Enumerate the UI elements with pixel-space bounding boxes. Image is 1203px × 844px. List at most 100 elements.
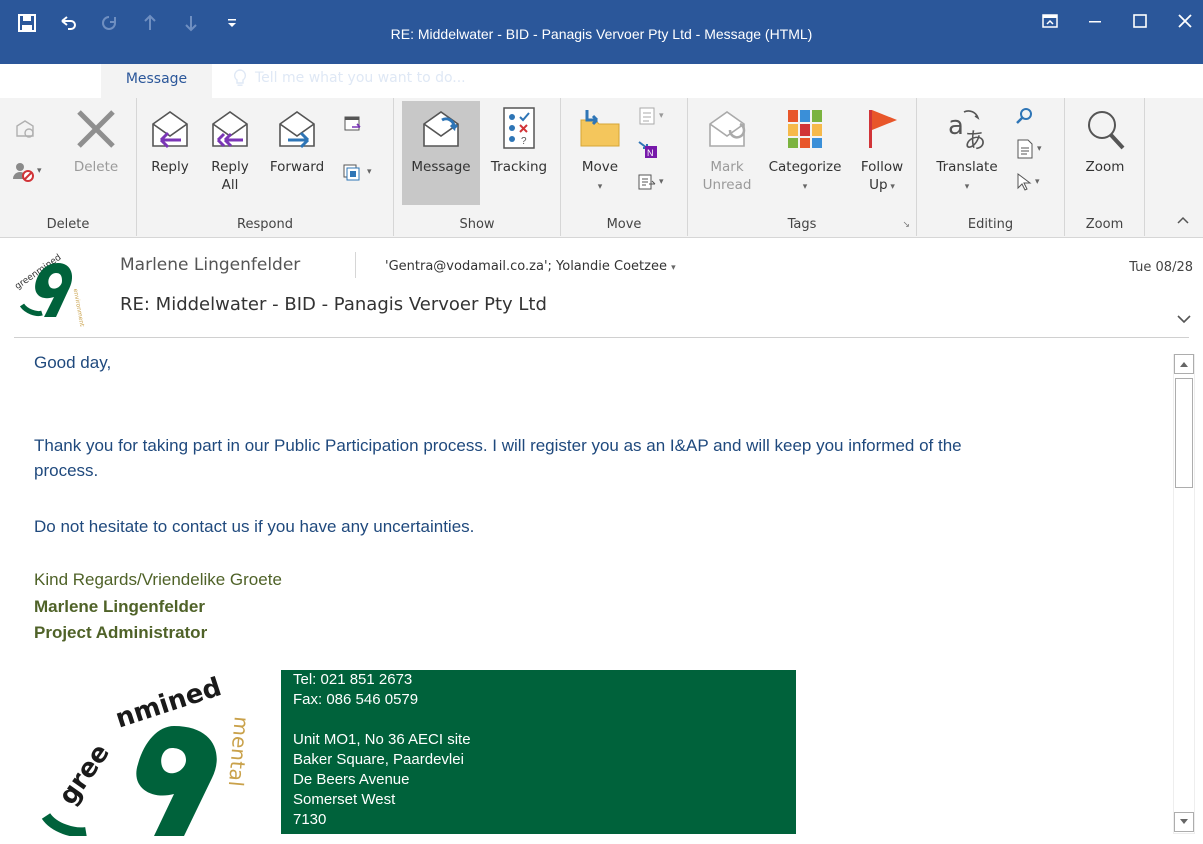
signature-name: Marlene Lingenfelder bbox=[34, 597, 205, 616]
delete-button[interactable]: Delete bbox=[66, 106, 126, 176]
group-respond: Reply Reply All Forward ▾ Respond bbox=[137, 98, 394, 236]
group-move: Move ▾ ▾ N ▾ Move bbox=[561, 98, 688, 236]
rules-button[interactable]: ▾ bbox=[637, 106, 664, 126]
message-date: Tue 08/28 bbox=[1129, 260, 1193, 275]
header-divider bbox=[355, 252, 356, 278]
tracking-button[interactable]: ? Tracking bbox=[482, 106, 556, 176]
window-title: RE: Middelwater - BID - Panagis Vervoer … bbox=[390, 26, 813, 42]
related-button[interactable]: ▾ bbox=[1015, 138, 1042, 160]
tab-message[interactable]: Message bbox=[101, 64, 212, 98]
categorize-icon bbox=[788, 110, 822, 148]
rules-icon bbox=[639, 107, 655, 125]
translate-button[interactable]: aあ Translate ▾ bbox=[925, 106, 1009, 196]
mark-unread-button[interactable]: Mark Unread bbox=[694, 106, 760, 194]
body-line-2: Do not hesitate to contact us if you hav… bbox=[34, 517, 475, 536]
group-zoom: Zoom Zoom bbox=[1065, 98, 1145, 236]
group-tags: Mark Unread Categorize ▾ Follow Up ▾ ↘ Ta… bbox=[688, 98, 917, 236]
card-addr5: 7130 bbox=[293, 811, 327, 828]
svg-text:a: a bbox=[948, 111, 964, 141]
zoom-icon bbox=[1088, 111, 1125, 150]
group-show: Message ? Tracking Show bbox=[394, 98, 561, 236]
close-icon[interactable] bbox=[1177, 13, 1193, 33]
collapse-ribbon-icon[interactable] bbox=[1177, 210, 1189, 229]
card-fax: Fax: 086 546 0579 bbox=[293, 691, 419, 708]
delete-icon bbox=[77, 110, 115, 148]
categorize-button[interactable]: Categorize ▾ bbox=[762, 106, 848, 196]
junk-icon bbox=[13, 163, 34, 182]
reply-all-icon bbox=[212, 111, 248, 148]
minimize-icon[interactable] bbox=[1087, 13, 1103, 33]
group-editing: aあ Translate ▾ ▾ ▾ Editing bbox=[917, 98, 1065, 236]
meeting-reply-icon[interactable] bbox=[343, 114, 363, 138]
group-label-show: Show bbox=[459, 217, 495, 232]
cursor-icon bbox=[1017, 173, 1032, 191]
svg-text:N: N bbox=[647, 148, 654, 158]
signature-logo: gree nmined mental bbox=[34, 666, 274, 840]
vertical-scrollbar[interactable] bbox=[1173, 354, 1195, 834]
recipients-text: 'Gentra@vodamail.co.za'; Yolandie Coetze… bbox=[385, 259, 667, 274]
svg-text:あ: あ bbox=[964, 129, 986, 152]
reply-icon bbox=[152, 111, 188, 149]
scroll-thumb[interactable] bbox=[1175, 378, 1193, 488]
scroll-up-arrow-icon[interactable] bbox=[1174, 354, 1194, 374]
reply-button[interactable]: Reply bbox=[143, 106, 197, 176]
lightbulb-icon bbox=[233, 69, 247, 86]
group-label-move: Move bbox=[606, 217, 642, 232]
junk-button[interactable]: ▾ bbox=[12, 160, 42, 182]
recipients-line[interactable]: 'Gentra@vodamail.co.za'; Yolandie Coetze… bbox=[385, 259, 676, 274]
message-header: greenmined environmental Marlene Lingenf… bbox=[0, 239, 1203, 339]
onenote-icon[interactable]: N bbox=[637, 138, 659, 164]
svg-text:gree: gree bbox=[53, 739, 116, 811]
follow-up-button[interactable]: Follow Up ▾ bbox=[852, 106, 912, 196]
actions-icon bbox=[638, 174, 656, 190]
group-label-editing: Editing bbox=[967, 217, 1014, 232]
message-button[interactable]: Message bbox=[402, 101, 480, 205]
forward-button[interactable]: Forward bbox=[265, 106, 329, 176]
zoom-button[interactable]: Zoom bbox=[1075, 106, 1135, 176]
more-respond-button[interactable]: ▾ bbox=[343, 162, 372, 182]
actions-button[interactable]: ▾ bbox=[637, 172, 664, 192]
tab-file[interactable]: File bbox=[22, 64, 77, 98]
recipients-expand-icon[interactable]: ▾ bbox=[671, 263, 676, 273]
group-label-respond: Respond bbox=[237, 217, 293, 232]
ignore-icon[interactable] bbox=[14, 118, 36, 144]
message-body: Good day, Thank you for taking part in o… bbox=[0, 340, 1203, 844]
body-line-1b: process. bbox=[34, 461, 99, 480]
title-bar: RE: Middelwater - BID - Panagis Vervoer … bbox=[0, 0, 1203, 64]
group-label-zoom: Zoom bbox=[1085, 217, 1124, 232]
flag-icon bbox=[869, 110, 897, 148]
mark-unread-icon bbox=[709, 111, 746, 147]
svg-text:mental: mental bbox=[224, 716, 254, 788]
maximize-icon[interactable] bbox=[1132, 13, 1148, 33]
group-delete: ▾ Delete Delete bbox=[0, 98, 137, 236]
translate-icon: aあ bbox=[948, 110, 986, 152]
card-addr2: Baker Square, Paardevlei bbox=[293, 751, 464, 768]
sender-name[interactable]: Marlene Lingenfelder bbox=[120, 255, 300, 275]
move-folder-icon bbox=[580, 110, 620, 147]
greeting: Good day, bbox=[34, 353, 112, 372]
body-line-1: Thank you for taking part in our Public … bbox=[34, 436, 962, 455]
tracking-icon: ? bbox=[503, 107, 535, 149]
card-addr4: Somerset West bbox=[293, 791, 396, 808]
tell-me-search[interactable]: Tell me what you want to do... bbox=[233, 69, 466, 87]
card-addr1: Unit MO1, No 36 AECI site bbox=[293, 731, 471, 748]
group-label-delete: Delete bbox=[46, 217, 90, 232]
scroll-down-arrow-icon[interactable] bbox=[1174, 812, 1194, 832]
svg-text:?: ? bbox=[521, 136, 527, 147]
card-addr3: De Beers Avenue bbox=[293, 771, 410, 788]
related-icon bbox=[1017, 139, 1033, 159]
group-label-tags: Tags bbox=[787, 217, 817, 232]
header-expand-chevron-icon[interactable] bbox=[1177, 309, 1191, 328]
svg-text:nmined: nmined bbox=[112, 672, 225, 734]
header-separator bbox=[14, 337, 1189, 338]
more-respond-icon bbox=[343, 164, 360, 181]
signature-regards: Kind Regards/Vriendelike Groete bbox=[34, 570, 282, 589]
select-button[interactable]: ▾ bbox=[1015, 172, 1040, 192]
message-subject: RE: Middelwater - BID - Panagis Vervoer … bbox=[120, 294, 547, 315]
ribbon-display-options-icon[interactable] bbox=[1042, 13, 1058, 33]
message-icon bbox=[423, 111, 459, 147]
reply-all-button[interactable]: Reply All bbox=[203, 106, 257, 194]
find-icon[interactable] bbox=[1015, 106, 1035, 130]
move-button[interactable]: Move ▾ bbox=[569, 106, 631, 196]
ribbon-tabs: File Message Tell me what you want to do… bbox=[0, 64, 1203, 98]
